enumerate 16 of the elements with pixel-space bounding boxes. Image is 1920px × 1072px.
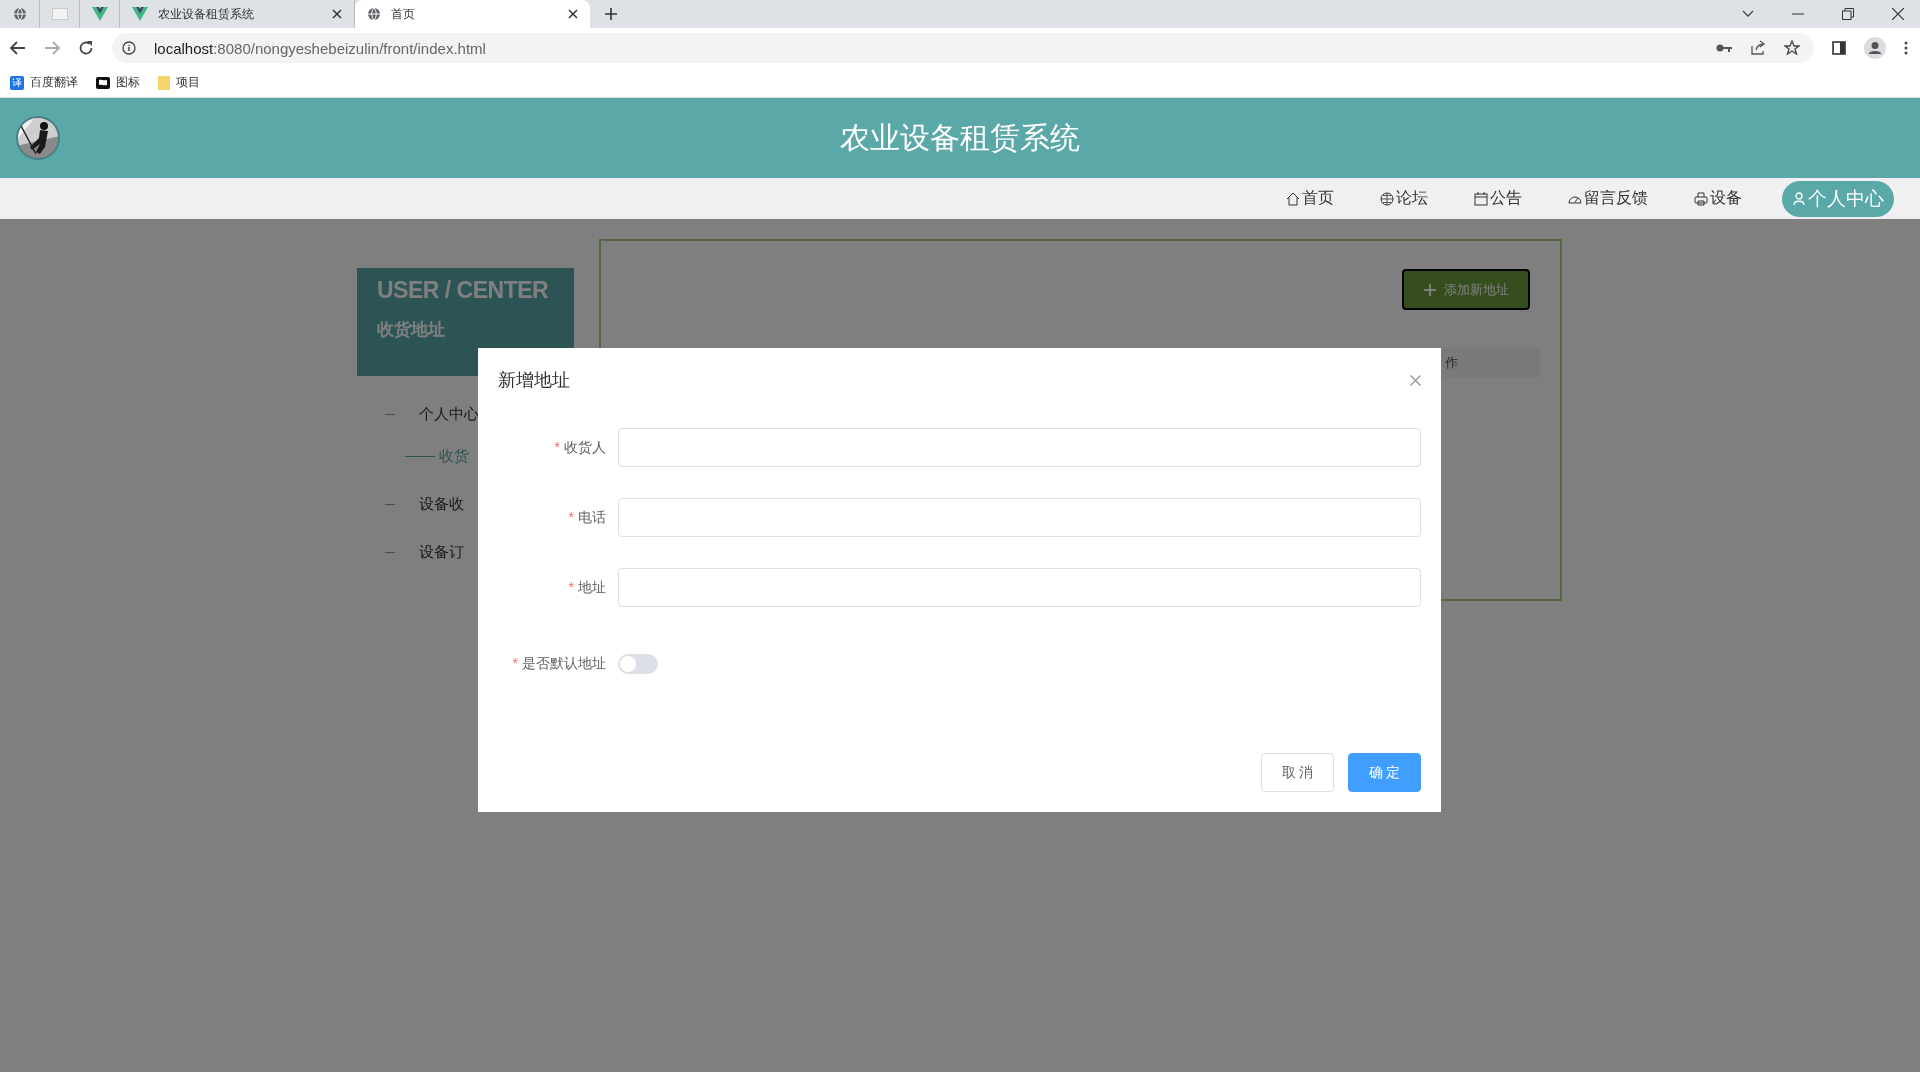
required-mark: *: [512, 655, 518, 671]
column-header: 作: [1445, 353, 1458, 372]
field-label: 电话: [578, 508, 606, 525]
field-label: 是否默认地址: [522, 655, 606, 671]
tab-title: 农业设备租赁系统: [158, 5, 255, 23]
site-title: 农业设备租赁系统: [840, 119, 1080, 156]
required-mark: *: [568, 508, 574, 525]
dialog-title: 新增地址: [498, 369, 570, 392]
sidebar-subheading: 收货地址: [377, 319, 446, 341]
translate-icon: 译: [10, 75, 24, 90]
tab-title: 首页: [391, 5, 416, 23]
sidebar-heading: USER / CENTER: [377, 276, 550, 305]
field-label: 收货人: [564, 438, 606, 455]
required-mark: *: [554, 438, 560, 455]
field-label: 地址: [578, 578, 606, 595]
required-mark: *: [568, 578, 574, 595]
